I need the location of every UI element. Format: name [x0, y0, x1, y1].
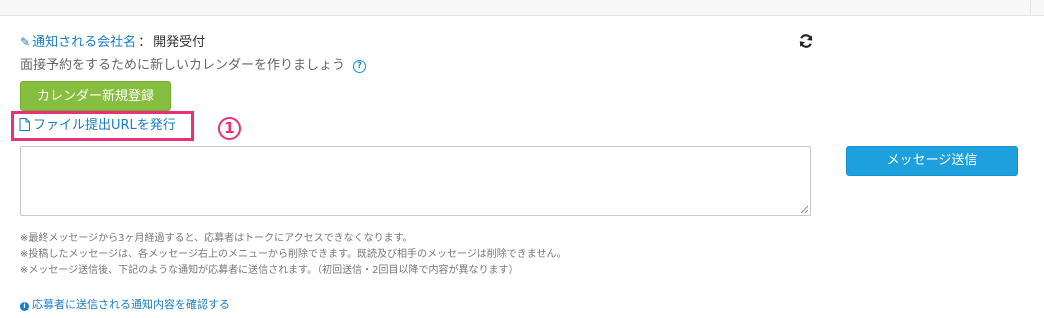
top-panel-divider: [1030, 0, 1031, 15]
calendar-hint: 面接予約をするために新しいカレンダーを作りましょう?: [20, 57, 367, 75]
company-name: 開発受付: [153, 35, 206, 50]
document-icon: [19, 118, 30, 131]
send-message-button[interactable]: メッセージ送信: [846, 146, 1018, 176]
notification-company-label[interactable]: 通知される会社名: [32, 35, 136, 50]
confirm-notification-link[interactable]: i 応募者に送信される通知内容を確認する: [20, 297, 230, 313]
refresh-icon[interactable]: [798, 33, 814, 49]
file-url-issue-label[interactable]: ファイル提出URLを発行: [33, 118, 176, 133]
notes-list: ※最終メッセージから3ヶ月経過すると、応募者はトークにアクセスできなくなります。…: [20, 231, 566, 279]
confirm-notification-label[interactable]: 応募者に送信される通知内容を確認する: [32, 298, 230, 311]
separator: ：: [138, 35, 152, 50]
note-item: ※メッセージ送信後、下記のような通知が応募者に送信されます。（初回送信・2回目以…: [20, 265, 519, 276]
note-item: ※投稿したメッセージは、各メッセージ右上のメニューから削除できます。既読及び相手…: [20, 249, 567, 260]
resize-grip-icon[interactable]: [800, 205, 808, 213]
question-circle-icon[interactable]: ?: [353, 60, 367, 73]
top-panel-edge: [0, 0, 1044, 16]
file-url-issue-link[interactable]: ファイル提出URLを発行: [19, 117, 176, 135]
calendar-hint-text: 面接予約をするために新しいカレンダーを作りましょう: [20, 58, 346, 73]
calendar-register-button[interactable]: カレンダー新規登録: [20, 81, 171, 111]
note-item: ※最終メッセージから3ヶ月経過すると、応募者はトークにアクセスできなくなります。: [20, 233, 413, 244]
message-textarea[interactable]: [20, 146, 811, 216]
info-circle-icon: i: [20, 302, 29, 311]
pencil-icon[interactable]: ✎: [20, 35, 30, 49]
notification-company-row: ✎ 通知される会社名：開発受付: [20, 33, 205, 51]
step-1-marker: 1: [218, 117, 241, 140]
